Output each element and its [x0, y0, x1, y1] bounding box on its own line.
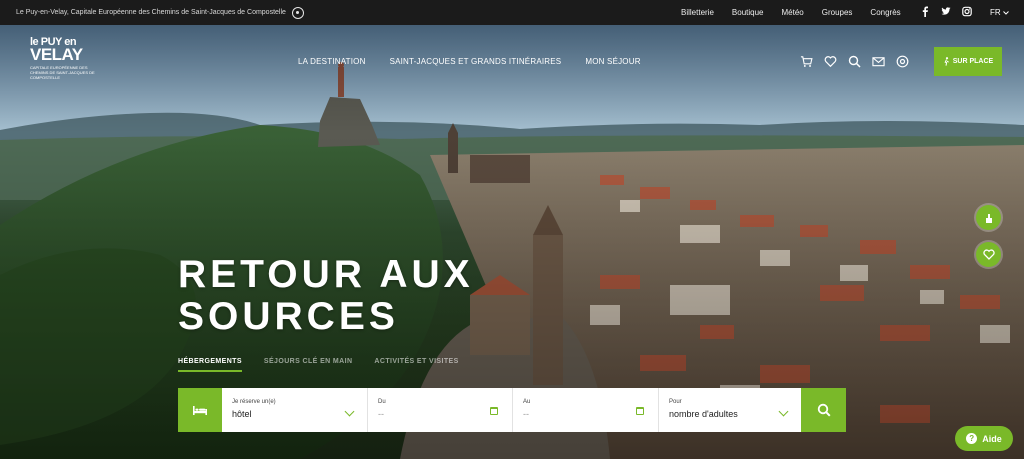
tab-activites[interactable]: ACTIVITÉS ET VISITES: [374, 358, 458, 372]
nav-saint-jacques[interactable]: SAINT-JACQUES ET GRANDS ITINÉRAIRES: [390, 57, 562, 66]
header-icons: [800, 55, 909, 68]
headline-line-2: SOURCES: [178, 295, 399, 338]
language-label: FR: [990, 8, 1001, 17]
date-from-label: Du: [378, 399, 386, 405]
chevron-down-icon: [1002, 10, 1009, 15]
site-logo[interactable]: le PUY en VELAY CAPITALE EUROPÉENNE DES …: [30, 36, 96, 92]
utility-links: Billetterie Boutique Météo Groupes Congr…: [681, 0, 919, 25]
sur-place-label: SUR PLACE: [952, 58, 994, 65]
lodging-type-select[interactable]: Je réserve un(e) hôtel: [222, 388, 368, 432]
hiker-button[interactable]: [976, 205, 1001, 230]
twitter-icon[interactable]: [941, 6, 951, 17]
walker-icon: [944, 57, 949, 66]
guests-label: Pour: [669, 399, 682, 405]
bed-icon-box: [178, 388, 222, 432]
search-icon: [817, 403, 831, 417]
link-meteo[interactable]: Météo: [782, 8, 804, 17]
help-label: Aide: [982, 433, 1002, 444]
help-button[interactable]: ? Aide: [955, 426, 1013, 451]
bed-icon: [193, 406, 207, 415]
logo-line-3: CAPITALE EUROPÉENNE DES CHEMINS DE SAINT…: [30, 65, 95, 80]
date-to-field[interactable]: Au --: [513, 388, 659, 432]
headline-line-1: RETOUR AUX: [178, 253, 474, 296]
mail-icon[interactable]: [872, 55, 885, 68]
cart-icon[interactable]: [800, 55, 813, 68]
hero-headline: RETOUR AUX SOURCES: [178, 254, 474, 338]
top-bar: Le Puy-en-Velay, Capitale Européenne des…: [0, 0, 1024, 25]
location-pin-icon[interactable]: [896, 55, 909, 68]
tab-hebergements[interactable]: HÉBERGEMENTS: [178, 358, 242, 372]
calendar-icon: [490, 407, 498, 415]
tab-sejours[interactable]: SÉJOURS CLÉ EN MAIN: [264, 358, 353, 372]
calendar-icon: [636, 407, 644, 415]
social-links: [920, 6, 972, 17]
facebook-icon[interactable]: [920, 6, 930, 17]
eu-badge-icon: [291, 6, 304, 19]
tagline: Le Puy-en-Velay, Capitale Européenne des…: [16, 6, 304, 19]
booking-tabs: HÉBERGEMENTS SÉJOURS CLÉ EN MAIN ACTIVIT…: [178, 358, 481, 372]
booking-search-button[interactable]: [801, 388, 846, 432]
nav-mon-sejour[interactable]: MON SÉJOUR: [585, 57, 640, 66]
nav-la-destination[interactable]: LA DESTINATION: [298, 57, 366, 66]
favorites-button[interactable]: [976, 242, 1001, 267]
lodging-type-label: Je réserve un(e): [232, 399, 276, 405]
link-boutique[interactable]: Boutique: [732, 8, 764, 17]
link-groupes[interactable]: Groupes: [822, 8, 853, 17]
instagram-icon[interactable]: [962, 6, 972, 17]
date-from-field[interactable]: Du --: [368, 388, 513, 432]
search-icon[interactable]: [848, 55, 861, 68]
help-icon: ?: [966, 433, 978, 444]
link-billetterie[interactable]: Billetterie: [681, 8, 714, 17]
guests-select[interactable]: Pour nombre d'adultes: [659, 388, 801, 432]
heart-icon: [982, 249, 995, 260]
heart-icon[interactable]: [824, 55, 837, 68]
link-congres[interactable]: Congrès: [870, 8, 900, 17]
language-switcher[interactable]: FR: [990, 0, 1009, 25]
logo-line-2: VELAY: [30, 45, 83, 64]
date-to-label: Au: [523, 399, 531, 405]
booking-form: Je réserve un(e) hôtel Du -- Au -- Pour …: [178, 388, 846, 432]
tagline-text: Le Puy-en-Velay, Capitale Européenne des…: [16, 9, 286, 16]
main-navigation: LA DESTINATION SAINT-JACQUES ET GRANDS I…: [298, 57, 665, 66]
sur-place-button[interactable]: SUR PLACE: [934, 47, 1002, 76]
hand-icon: [985, 213, 992, 223]
